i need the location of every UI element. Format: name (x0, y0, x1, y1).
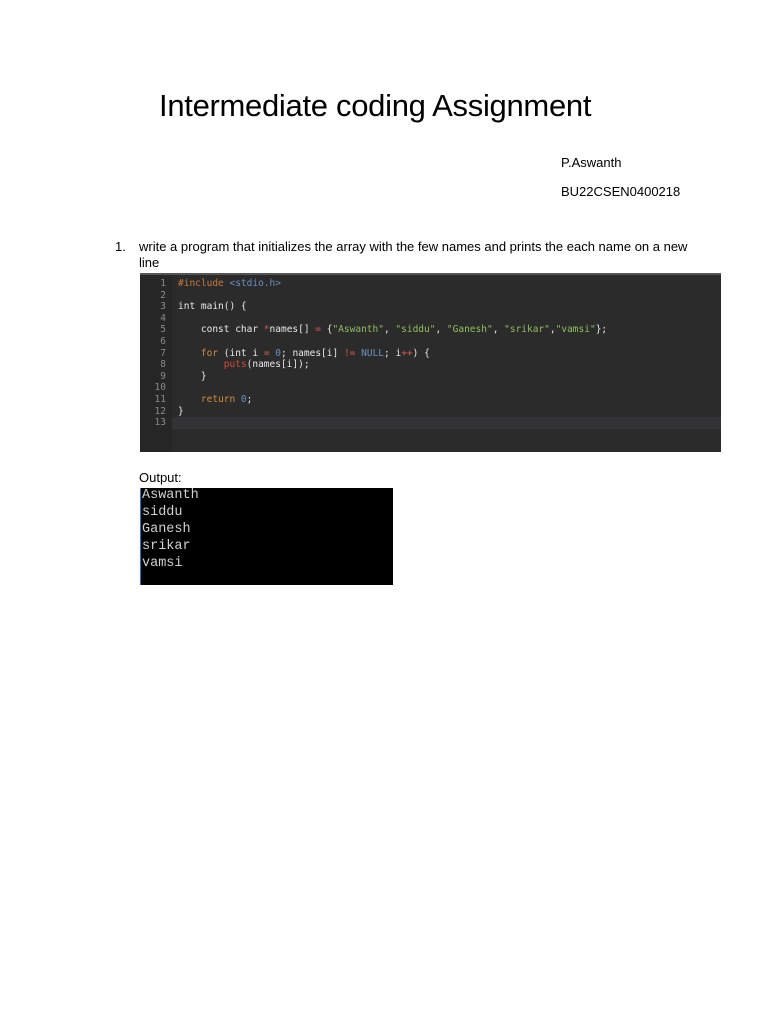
line-number: 7 (160, 347, 166, 359)
active-line-highlight (172, 417, 721, 429)
code-line: 5 const char *names[] = {"Aswanth", "sid… (140, 324, 607, 336)
code-token: } (178, 370, 207, 382)
code-token: }; (595, 324, 608, 336)
line-number: 5 (160, 324, 166, 336)
output-line: Ganesh (142, 522, 191, 537)
code-line: 1 #include <stdio.h> (140, 278, 281, 290)
code-token: (int i (218, 347, 264, 359)
code-line: 4 (140, 313, 178, 325)
code-token: int main() { (178, 301, 247, 313)
code-token: ; (246, 394, 253, 405)
code-token: const char (178, 324, 264, 336)
line-number: 2 (160, 289, 166, 301)
question-number: 1. (115, 239, 126, 254)
code-line: 13 (140, 417, 178, 429)
line-number: 4 (160, 312, 166, 324)
line-number: 6 (160, 336, 166, 347)
code-line: 3 int main() { (140, 301, 247, 313)
code-line: 11 return 0; (140, 394, 253, 406)
code-token: "siddu" (395, 324, 436, 336)
code-line: 8 puts(names[i]); (140, 359, 310, 371)
code-token: (names[i]); (246, 359, 310, 371)
output-line: vamsi (142, 556, 183, 571)
code-token: <stdio.h> (229, 278, 281, 289)
code-token: "srikar" (504, 324, 550, 336)
code-editor-screenshot: 1 #include <stdio.h> 2 3 int main() { 4 5 cons… (140, 273, 721, 452)
line-number: 3 (160, 301, 166, 313)
code-token: "Ganesh" (446, 324, 493, 336)
output-line: srikar (142, 539, 191, 554)
code-token: , (492, 324, 505, 336)
code-token: , (383, 324, 396, 336)
code-token: return (178, 394, 241, 405)
code-token: != (343, 347, 356, 359)
line-number: 1 (160, 278, 166, 289)
author-name: P.Aswanth (561, 155, 622, 170)
code-token: ++ (401, 347, 413, 359)
line-number: 13 (154, 417, 166, 429)
code-token: names[] (269, 324, 316, 336)
document-page: Intermediate coding Assignment P.Aswanth… (0, 0, 768, 1024)
code-token: , (435, 324, 447, 336)
code-line: 7 for (int i = 0; names[i] != NULL; i++)… (140, 348, 430, 360)
code-token: "Aswanth" (332, 324, 384, 336)
code-token: ) { (412, 347, 430, 359)
code-token: NULL (361, 347, 385, 359)
console-output-screenshot: Aswanth siddu Ganesh srikar vamsi (140, 488, 393, 585)
code-line: 2 (140, 290, 178, 302)
code-line: 6 (140, 336, 178, 348)
output-line: Aswanth (142, 488, 199, 503)
line-number: 8 (160, 359, 166, 371)
code-token: #include (178, 278, 230, 289)
line-number: 11 (154, 394, 166, 405)
code-token: ; names[i] (281, 347, 344, 359)
line-number: 9 (160, 370, 166, 382)
code-token: { (321, 324, 333, 336)
code-line: 12} (140, 406, 184, 418)
question-text: write a program that initializes the arr… (139, 239, 688, 270)
line-number: 10 (154, 382, 166, 394)
code-token: puts (178, 359, 247, 371)
code-token: ; i (384, 347, 402, 359)
document-title: Intermediate coding Assignment (159, 88, 592, 123)
code-line: 10 (140, 382, 178, 394)
code-token: } (178, 405, 184, 417)
code-token: for (178, 347, 219, 359)
output-line: siddu (142, 505, 183, 520)
code-token: "vamsi" (555, 324, 596, 336)
code-line: 9 } (140, 370, 207, 383)
line-number: 12 (154, 405, 166, 417)
registration-number: BU22CSEN0400218 (561, 184, 681, 199)
output-label: Output: (139, 470, 182, 485)
